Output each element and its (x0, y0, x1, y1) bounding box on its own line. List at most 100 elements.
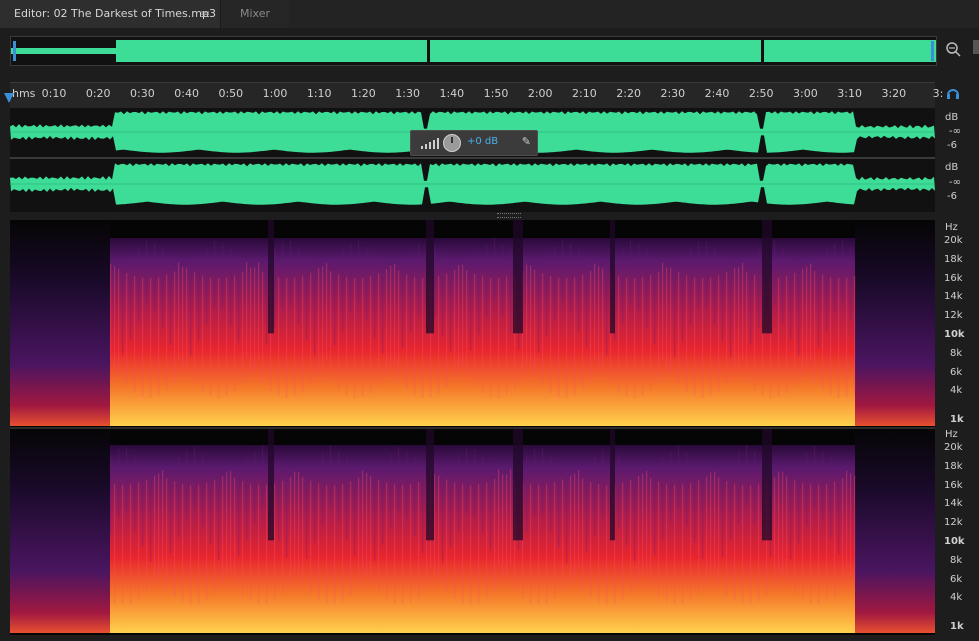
spectral-texture-stripe (114, 484, 116, 603)
time-tick-label: 0:40 (174, 87, 199, 100)
spectral-texture-stripe (458, 455, 460, 531)
spectral-texture-stripe (174, 481, 176, 597)
spectral-texture-stripe (750, 484, 752, 605)
spectral-texture-stripe (786, 275, 788, 393)
spectral-texture-stripe (602, 268, 604, 375)
spectral-texture-stripe (406, 450, 408, 519)
spectral-texture-stripe (194, 272, 196, 384)
spectral-texture-stripe (302, 275, 304, 393)
spectral-texture-stripe (122, 484, 124, 605)
waveform-display[interactable] (10, 108, 935, 212)
spectral-texture-stripe (814, 271, 816, 381)
spectral-texture-stripe (554, 482, 556, 599)
hz-label: 4k (950, 592, 963, 604)
spectral-texture-stripe (646, 249, 648, 328)
spectral-texture-stripe (290, 240, 292, 306)
overview-navigator[interactable] (10, 36, 937, 66)
spectral-texture-stripe (202, 453, 204, 527)
spectral-texture-stripe (538, 259, 540, 353)
spectral-gap (513, 427, 523, 541)
spectral-texture-stripe (506, 474, 508, 580)
spectral-texture-stripe (682, 255, 684, 342)
spectral-texture-stripe (158, 277, 160, 396)
time-tick-label: 2:30 (660, 87, 686, 100)
spectral-texture-stripe (674, 484, 676, 605)
spectral-texture-stripe (470, 259, 472, 351)
spectral-texture-stripe (366, 472, 368, 575)
time-ruler[interactable]: hms 0:10 0:20 0:30 0:40 0:50 1:00 1:10 1:20 1:30… (10, 82, 943, 109)
spectral-texture-stripe (590, 481, 592, 598)
spectral-texture-stripe (846, 277, 848, 398)
spectral-texture-stripe (650, 477, 652, 587)
spectral-texture-stripe (246, 458, 248, 540)
gain-hud[interactable]: +0 dB ✎ (410, 130, 538, 156)
spectral-texture-stripe (214, 241, 216, 307)
spectral-texture-stripe (226, 277, 228, 397)
spectral-texture-stripe (190, 261, 192, 357)
spectral-texture-stripe (658, 481, 660, 596)
panel-menu-icon[interactable]: ≡ (200, 0, 210, 28)
spectral-texture-stripe (118, 449, 120, 517)
spectral-texture-stripe (666, 483, 668, 602)
spectral-texture-stripe (650, 274, 652, 391)
spectral-texture-stripe (810, 263, 812, 362)
spectral-texture-stripe (338, 274, 340, 390)
hz-unit-label: Hz (945, 222, 958, 233)
spectral-texture-stripe (234, 477, 236, 586)
spectral-texture-stripe (338, 451, 340, 522)
spectral-texture-stripe (218, 277, 220, 398)
headphone-icon[interactable] (946, 86, 960, 100)
spectral-texture-stripe (390, 265, 392, 368)
panel-resize-handle[interactable] (497, 213, 521, 218)
spectral-texture-stripe (342, 250, 344, 330)
spectral-texture-stripe (266, 484, 268, 605)
tab-mixer[interactable]: Mixer (220, 0, 289, 28)
spectral-texture-stripe (186, 450, 188, 520)
hz-label: 20k (944, 235, 963, 246)
overview-loud-section (116, 40, 936, 62)
time-tick-label: 2:00 (527, 87, 553, 100)
spectral-texture-stripe (774, 240, 776, 305)
playhead-marker[interactable] (4, 93, 14, 103)
pin-icon[interactable]: ✎ (522, 135, 531, 148)
spectral-texture-stripe (422, 464, 424, 553)
spectral-texture-stripe (438, 276, 440, 394)
spectral-texture-stripe (634, 277, 636, 398)
spectral-texture-stripe (482, 276, 484, 395)
zoom-icon[interactable] (944, 40, 962, 58)
spectral-gap (426, 220, 434, 334)
spectral-texture-stripe (738, 452, 740, 524)
db-label-6-ch2: -6 (947, 191, 957, 202)
spectral-gap (268, 220, 274, 334)
spectral-texture-stripe (446, 479, 448, 592)
spectral-texture-stripe (322, 452, 324, 525)
hz-label: 16k (944, 479, 963, 491)
spectral-texture-stripe (582, 274, 584, 390)
spectral-texture-stripe (410, 483, 412, 603)
spectral-texture-stripe (474, 449, 476, 516)
hz-label: 10k (944, 329, 965, 340)
gain-value[interactable]: +0 dB (467, 136, 498, 147)
gain-knob-icon[interactable] (443, 134, 461, 152)
spectral-texture-stripe (582, 478, 584, 589)
hz-label: 1k (950, 621, 964, 633)
spectral-texture-stripe (486, 245, 488, 317)
vertical-scrollbar[interactable] (973, 40, 979, 54)
overview-left-handle (13, 41, 16, 61)
spectral-texture-stripe (202, 275, 204, 392)
spectral-texture-stripe (534, 449, 536, 516)
spectral-texture-stripe (166, 274, 168, 391)
spectral-texture-stripe (574, 473, 576, 578)
spectral-texture-stripe (334, 257, 336, 346)
spectral-texture-stripe (242, 272, 244, 384)
spectral-texture-stripe (162, 250, 164, 329)
spectral-texture-stripe (530, 265, 532, 368)
spectral-texture-stripe (642, 473, 644, 576)
spectral-texture-stripe (258, 484, 260, 605)
tab-editor[interactable]: Editor: 02 The Darkest of Times.mp3 ≡ (0, 0, 220, 28)
spectral-texture-stripe (590, 271, 592, 381)
spectral-texture-stripe (486, 482, 488, 598)
spectral-texture-stripe (482, 456, 484, 534)
spectral-texture-stripe (278, 459, 280, 542)
spectral-texture-stripe (810, 484, 812, 605)
